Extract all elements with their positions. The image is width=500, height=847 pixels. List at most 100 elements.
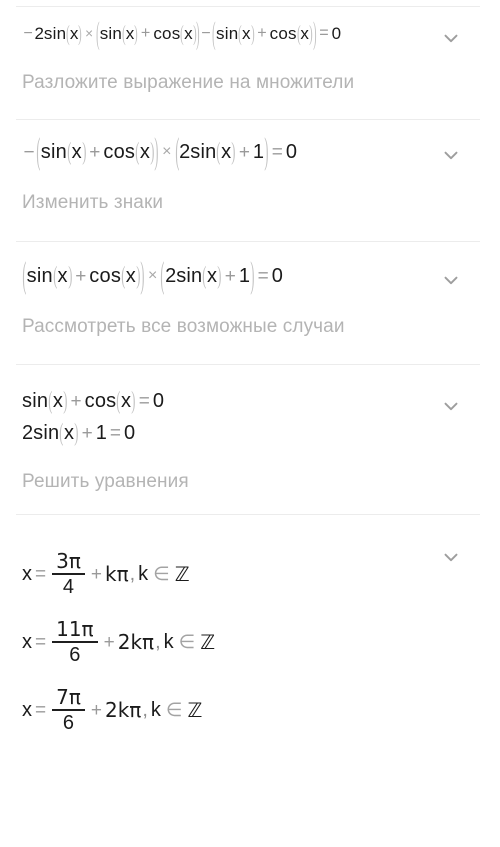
variable-k: k xyxy=(138,563,149,585)
chevron-down-icon[interactable] xyxy=(440,395,462,417)
two-k-pi-term: 2kπ xyxy=(104,698,142,722)
right-paren: ) xyxy=(217,261,222,291)
variable-x: x xyxy=(184,24,193,43)
solution-step-5[interactable]: x = 3π 4 + kπ, k ∈ ℤ x = 11π 6 +2kπ, k ∈ ℤ xyxy=(0,515,500,733)
variable-x: x xyxy=(125,24,135,43)
multiplication-sign: × xyxy=(85,25,94,41)
plus-sign: + xyxy=(81,422,93,444)
right-paren: ) xyxy=(264,131,269,173)
step-4-hint: Решить уравнения xyxy=(22,471,189,492)
step-4-expression-line-1: sin(x) + cos(x) = 0 xyxy=(22,386,482,416)
sin-function: sin xyxy=(176,265,203,287)
coefficient-2: 2 xyxy=(179,141,191,163)
right-paren: ) xyxy=(154,131,159,173)
solution-line-2: x = 11π 6 +2kπ, k ∈ ℤ xyxy=(22,619,482,665)
fraction-denominator: 6 xyxy=(62,712,75,734)
left-paren: ( xyxy=(135,137,140,167)
variable-x: x xyxy=(71,141,82,163)
left-paren: ( xyxy=(116,386,121,416)
chevron-down-icon[interactable] xyxy=(440,144,462,166)
fraction-denominator: 4 xyxy=(62,576,75,598)
right-paren: ) xyxy=(78,21,83,46)
fraction: 3π 4 xyxy=(52,551,85,597)
equals-sign: = xyxy=(35,699,47,721)
solution-step-1[interactable]: −2 sin(x) ×(sin(x) + cos(x)) −(sin(x) + cos(x))… xyxy=(0,7,500,94)
right-paren: ) xyxy=(312,15,317,52)
multiplication-sign: × xyxy=(148,267,158,284)
equals-sign: = xyxy=(271,141,283,163)
multiplication-sign: × xyxy=(162,143,172,160)
sin-function: sin xyxy=(190,141,217,163)
coefficient-2: 2 xyxy=(22,422,34,444)
zero-value: 0 xyxy=(152,390,164,412)
right-paren: ) xyxy=(134,21,138,46)
fraction: 11π 6 xyxy=(52,619,98,665)
sin-function: sin xyxy=(43,24,67,43)
element-of-sign: ∈ xyxy=(153,563,170,585)
left-paren: ( xyxy=(66,21,70,46)
left-paren: ( xyxy=(53,261,58,291)
right-paren: ) xyxy=(231,137,236,167)
variable-x: x xyxy=(242,24,251,43)
solution-line-1: x = 3π 4 + kπ, k ∈ ℤ xyxy=(22,551,482,597)
coefficient-2: 2 xyxy=(34,24,44,43)
solution-step-4[interactable]: sin(x) + cos(x) = 0 2 sin(x) +1 = 0 Решить уравн… xyxy=(0,365,500,493)
plus-sign: + xyxy=(75,265,87,287)
variable-x: x xyxy=(221,141,232,163)
plus-sign: + xyxy=(90,563,102,585)
solution-step-2[interactable]: −(sin(x) + cos(x)) ×(2 sin(x) +1) = 0 Изменить … xyxy=(0,120,500,214)
left-paren: ( xyxy=(36,131,41,173)
cos-function: cos xyxy=(103,141,136,163)
equals-sign: = xyxy=(109,422,121,444)
zero-value: 0 xyxy=(271,265,283,287)
integer-set-symbol: ℤ xyxy=(187,698,203,722)
equals-sign: = xyxy=(138,390,150,412)
right-paren: ) xyxy=(196,15,200,52)
comma: , xyxy=(155,631,161,653)
constant-1: 1 xyxy=(238,265,250,287)
solution-steps-screen: −2 sin(x) ×(sin(x) + cos(x)) −(sin(x) + cos(x))… xyxy=(0,6,500,847)
variable-x: x xyxy=(125,265,136,287)
right-paren: ) xyxy=(308,21,313,46)
equals-sign: = xyxy=(257,265,269,287)
cos-function: cos xyxy=(269,24,297,43)
variable-x: x xyxy=(300,24,309,43)
two-k-pi-term: 2kπ xyxy=(117,630,155,654)
right-paren: ) xyxy=(140,255,145,297)
left-paren: ( xyxy=(202,261,207,291)
element-of-sign: ∈ xyxy=(178,631,196,653)
solution-step-3[interactable]: (sin(x) + cos(x)) ×(2 sin(x) +1) = 0 Рассмотрет… xyxy=(0,242,500,338)
left-paren: ( xyxy=(96,15,100,52)
variable-x: x xyxy=(139,141,150,163)
equals-sign: = xyxy=(35,563,47,585)
step-1-expression: −2 sin(x) ×(sin(x) + cos(x)) −(sin(x) + cos(x))… xyxy=(22,18,482,49)
right-paren: ) xyxy=(67,261,72,291)
sin-function: sin xyxy=(26,265,53,287)
sin-function: sin xyxy=(22,390,49,412)
left-paren: ( xyxy=(122,21,126,46)
left-paren: ( xyxy=(296,21,301,46)
variable-x: x xyxy=(63,422,74,444)
variable-x: x xyxy=(22,631,32,653)
constant-1: 1 xyxy=(95,422,107,444)
right-paren: ) xyxy=(81,137,87,167)
left-paren: ( xyxy=(22,255,27,297)
step-3-expression: (sin(x) + cos(x)) ×(2 sin(x) +1) = 0 xyxy=(22,258,482,295)
chevron-down-icon[interactable] xyxy=(440,27,462,49)
sin-function: sin xyxy=(216,24,239,43)
coefficient-2: 2 xyxy=(165,265,177,287)
zero-value: 0 xyxy=(123,422,136,444)
right-paren: ) xyxy=(250,21,255,46)
variable-x: x xyxy=(207,265,218,287)
variable-k: k xyxy=(150,699,161,721)
plus-sign: + xyxy=(70,390,82,412)
step-2-hint: Изменить знаки xyxy=(22,192,164,213)
variable-x: x xyxy=(22,699,32,721)
variable-x: x xyxy=(121,390,132,412)
comma: , xyxy=(142,699,148,721)
plus-sign: + xyxy=(140,24,151,43)
chevron-down-icon[interactable] xyxy=(440,269,462,291)
chevron-down-icon[interactable] xyxy=(440,546,462,568)
equals-sign: = xyxy=(35,631,47,653)
step-2-expression: −(sin(x) + cos(x)) ×(2 sin(x) +1) = 0 xyxy=(22,134,482,171)
